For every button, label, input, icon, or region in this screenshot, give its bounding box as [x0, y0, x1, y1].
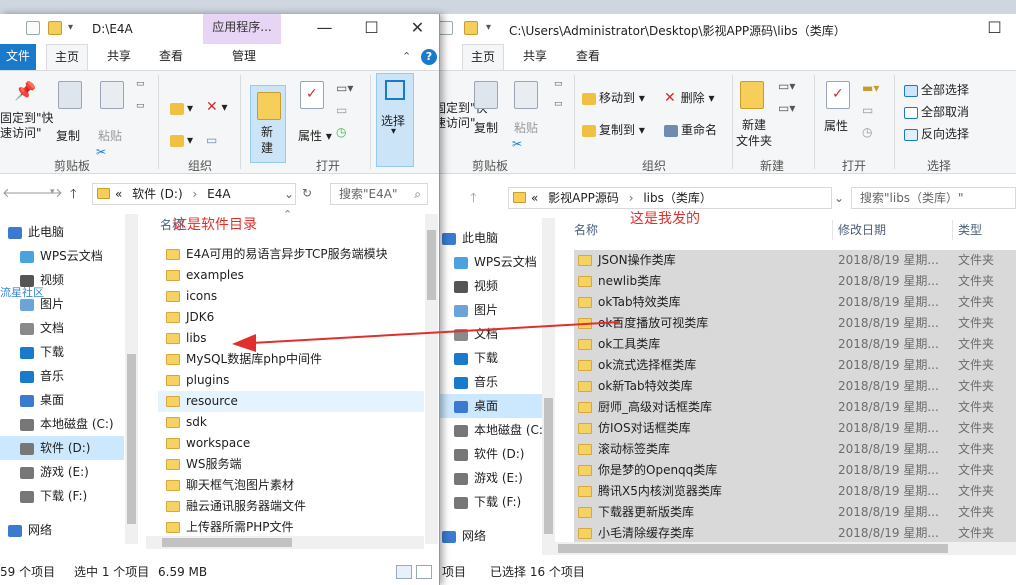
annotation-arrow	[232, 321, 621, 352]
